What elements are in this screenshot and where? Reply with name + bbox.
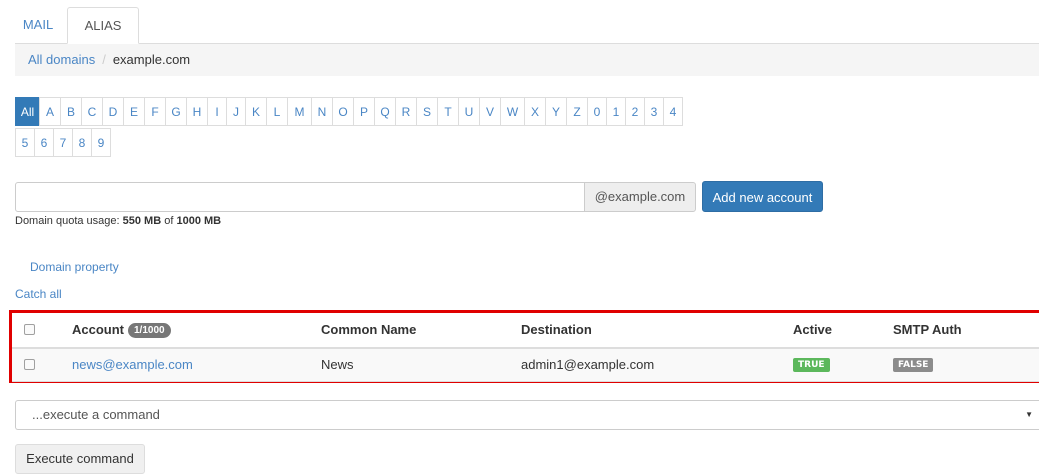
add-new-account-button[interactable]: Add new account: [702, 181, 823, 212]
tab-alias[interactable]: ALIAS: [67, 7, 139, 44]
tab-bar: MAIL ALIAS: [15, 7, 1039, 44]
letter-filter-e[interactable]: E: [123, 97, 145, 126]
letter-filter-l[interactable]: L: [266, 97, 288, 126]
letter-filter-h[interactable]: H: [186, 97, 208, 126]
letter-filter-5[interactable]: 5: [15, 128, 35, 157]
letter-filter-y[interactable]: Y: [545, 97, 567, 126]
letter-filter-u[interactable]: U: [458, 97, 480, 126]
letter-filter-k[interactable]: K: [245, 97, 267, 126]
dropdown-caret-icon: ▼: [1025, 410, 1033, 419]
letter-filter-j[interactable]: J: [226, 97, 246, 126]
smtp-auth-status-badge: FALSE: [893, 358, 934, 372]
letter-filter-r[interactable]: R: [395, 97, 417, 126]
letter-filter-0[interactable]: 0: [587, 97, 607, 126]
letter-filter-1[interactable]: 1: [606, 97, 626, 126]
letter-filter-i[interactable]: I: [207, 97, 227, 126]
letter-filter-z[interactable]: Z: [566, 97, 588, 126]
accounts-table: Account 1/1000 Common Name Destination Ac…: [9, 310, 1039, 383]
letter-filter-3[interactable]: 3: [644, 97, 664, 126]
letter-filter-o[interactable]: O: [332, 97, 354, 126]
letter-filter-v[interactable]: V: [479, 97, 501, 126]
letter-filter-s[interactable]: S: [416, 97, 438, 126]
letter-filter-9[interactable]: 9: [91, 128, 111, 157]
new-account-input[interactable]: [15, 182, 585, 212]
domain-property-link[interactable]: Domain property: [30, 260, 119, 274]
letter-filter-7[interactable]: 7: [53, 128, 73, 157]
table-header: Account 1/1000 Common Name Destination Ac…: [12, 313, 1039, 349]
execute-command-button[interactable]: Execute command: [15, 444, 145, 474]
letter-filter-c[interactable]: C: [81, 97, 103, 126]
active-status-badge: TRUE: [793, 358, 830, 372]
letter-filter-2[interactable]: 2: [625, 97, 645, 126]
catch-all-link[interactable]: Catch all: [15, 287, 62, 301]
breadcrumb-current: example.com: [112, 52, 191, 67]
select-all-checkbox[interactable]: [24, 324, 35, 335]
common-name-cell: News: [321, 357, 354, 372]
tab-mail[interactable]: MAIL: [15, 7, 61, 43]
account-count-badge: 1/1000: [128, 323, 171, 338]
letter-filter-x[interactable]: X: [524, 97, 546, 126]
column-account: Account 1/1000: [72, 313, 171, 347]
quota-used: 550 MB: [122, 215, 162, 227]
letter-filter-m[interactable]: M: [287, 97, 312, 126]
quota-total: 1000 MB: [176, 215, 222, 227]
letter-filter-t[interactable]: T: [437, 97, 459, 126]
quota-usage: Domain quota usage: 550 MB of 1000 MB: [15, 215, 221, 227]
letter-filter-6[interactable]: 6: [34, 128, 54, 157]
letter-filter-f[interactable]: F: [144, 97, 166, 126]
letter-filter-q[interactable]: Q: [374, 97, 396, 126]
command-select-value: ...execute a command: [32, 407, 160, 422]
domain-suffix: @example.com: [584, 182, 696, 212]
column-smtp-auth: SMTP Auth: [893, 322, 962, 337]
letter-filter-8[interactable]: 8: [72, 128, 92, 157]
letter-filter-4[interactable]: 4: [663, 97, 683, 126]
row-checkbox[interactable]: [24, 359, 35, 370]
column-account-label: Account: [72, 322, 124, 337]
command-select[interactable]: ...execute a command ▼: [15, 400, 1039, 430]
letter-filter-g[interactable]: G: [165, 97, 187, 126]
letter-filter-w[interactable]: W: [500, 97, 525, 126]
letter-filter-n[interactable]: N: [311, 97, 333, 126]
destination-cell: admin1@example.com: [521, 357, 655, 372]
breadcrumb-separator: /: [102, 52, 106, 67]
account-link[interactable]: news@example.com: [72, 349, 193, 381]
letter-filter-p[interactable]: P: [353, 97, 375, 126]
letter-filter-a[interactable]: A: [39, 97, 61, 126]
breadcrumb: All domains / example.com: [15, 44, 1039, 76]
column-destination: Destination: [521, 322, 592, 337]
quota-prefix: Domain quota usage:: [15, 215, 120, 227]
breadcrumb-all-domains[interactable]: All domains: [28, 52, 95, 67]
table-row: news@example.com News admin1@example.com…: [12, 349, 1039, 382]
column-common-name: Common Name: [321, 322, 417, 337]
letter-filter-all[interactable]: All: [15, 97, 40, 126]
letter-filter-b[interactable]: B: [60, 97, 82, 126]
letter-filter-d[interactable]: D: [102, 97, 124, 126]
column-active: Active: [793, 322, 833, 337]
quota-of: of: [164, 215, 174, 227]
